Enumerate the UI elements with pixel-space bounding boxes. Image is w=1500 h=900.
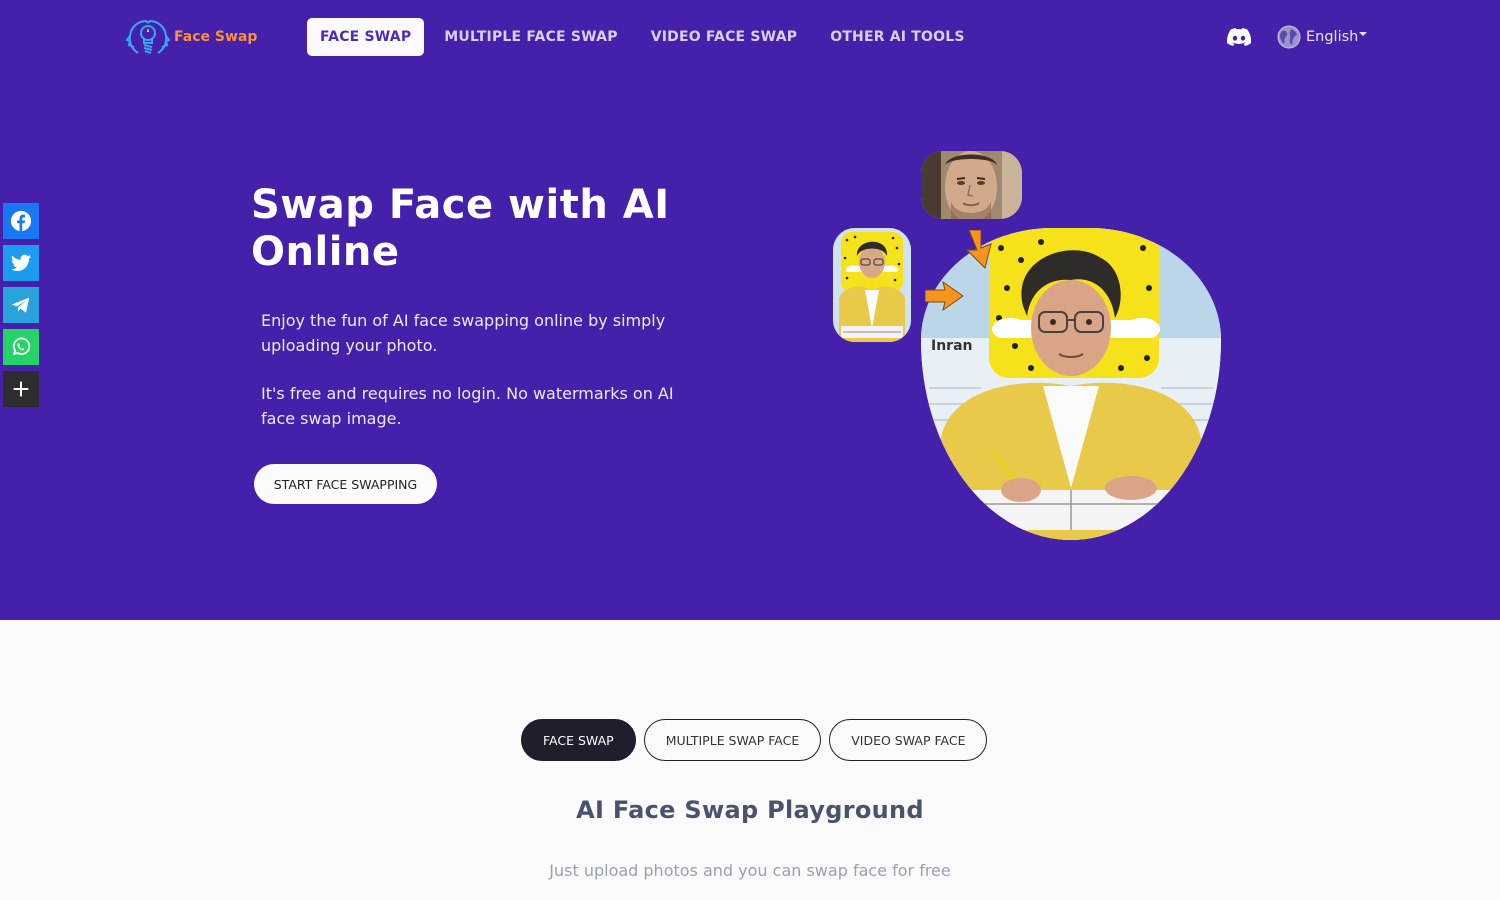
playground-subtitle: Just upload photos and you can swap face… (549, 861, 951, 880)
lightbulb-heads-icon (126, 19, 170, 54)
nav-multiple-face-swap[interactable]: MULTIPLE FACE SWAP (431, 18, 630, 56)
share-more-button[interactable] (3, 371, 39, 407)
twitter-icon (10, 254, 32, 271)
share-facebook-button[interactable] (3, 203, 39, 239)
nav-face-swap[interactable]: FACE SWAP (307, 18, 425, 56)
tab-face-swap[interactable]: FACE SWAP (521, 719, 636, 761)
playground-title: AI Face Swap Playground (576, 796, 924, 824)
tab-multiple-swap-face[interactable]: MULTIPLE SWAP FACE (643, 719, 822, 761)
share-sidebar (3, 203, 39, 407)
start-face-swapping-button[interactable]: START FACE SWAPPING (254, 464, 437, 504)
tab-video-swap-face[interactable]: VIDEO SWAP FACE (829, 719, 988, 761)
logo-link[interactable]: Face Swap (126, 17, 257, 57)
discord-icon[interactable] (1227, 27, 1251, 47)
whatsapp-icon (12, 337, 31, 356)
share-telegram-button[interactable] (3, 287, 39, 323)
hero-section: Face Swap FACE SWAP MULTIPLE FACE SWAP V… (0, 0, 1500, 620)
plus-icon (13, 381, 29, 397)
result-image: Inran (921, 228, 1221, 540)
source-face-image (921, 151, 1022, 219)
hero-description-1: Enjoy the fun of AI face swapping online… (261, 311, 666, 355)
language-selector[interactable]: English (1277, 25, 1368, 49)
facebook-icon (10, 210, 32, 232)
nav-other-ai-tools[interactable]: OTHER AI TOOLS (817, 18, 977, 56)
telegram-icon (11, 297, 30, 313)
chevron-down-icon (1359, 32, 1368, 36)
arrow-down-icon (965, 230, 992, 269)
hero-description-2: It's free and requires no login. No wate… (261, 384, 674, 428)
playground-tabs: FACE SWAP MULTIPLE SWAP FACE VIDEO SWAP … (521, 719, 988, 761)
logo-text: Face Swap (174, 29, 258, 45)
share-whatsapp-button[interactable] (3, 329, 39, 365)
target-image (833, 228, 911, 342)
nav-video-face-swap[interactable]: VIDEO FACE SWAP (638, 18, 811, 56)
hero-title: Swap Face with AI Online (251, 182, 670, 275)
main-nav: FACE SWAP MULTIPLE FACE SWAP VIDEO FACE … (307, 18, 985, 56)
svg-text:Inran: Inran (931, 338, 973, 354)
share-twitter-button[interactable] (3, 245, 39, 281)
arrow-right-icon (925, 280, 964, 312)
globe-icon (1277, 25, 1301, 49)
language-label: English (1306, 29, 1359, 45)
